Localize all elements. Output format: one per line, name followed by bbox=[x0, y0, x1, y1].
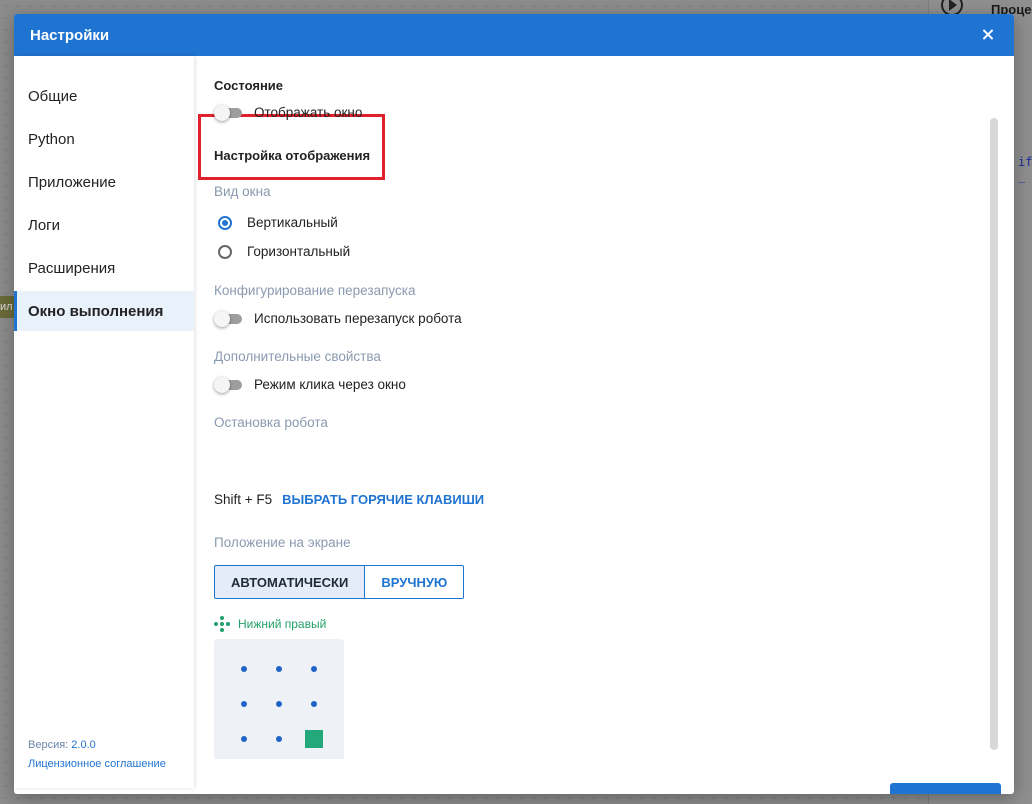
display-settings-title: Настройка отображения bbox=[214, 148, 371, 163]
position-value-row: Нижний правый bbox=[214, 616, 326, 632]
position-grid bbox=[214, 639, 344, 759]
background-chip: ил bbox=[0, 296, 14, 318]
content-scrollbar[interactable] bbox=[990, 118, 998, 750]
sidebar-item-run-window[interactable]: Окно выполнения bbox=[14, 291, 194, 331]
position-cell-top-left[interactable] bbox=[234, 659, 254, 679]
use-restart-label: Использовать перезапуск робота bbox=[254, 311, 462, 326]
dialog-title: Настройки bbox=[30, 26, 110, 44]
sidebar-item-general[interactable]: Общие bbox=[14, 76, 194, 116]
window-type-vertical[interactable]: Вертикальный bbox=[218, 215, 338, 230]
choose-hotkeys-button[interactable]: ВЫБРАТЬ ГОРЯЧИЕ КЛАВИШИ bbox=[282, 492, 484, 507]
sidebar-item-logs[interactable]: Логи bbox=[14, 205, 194, 245]
settings-content: Состояние Отображать окно Настройка отоб… bbox=[198, 56, 984, 794]
position-cell-top-center[interactable] bbox=[269, 659, 289, 679]
hotkey-value: Shift + F5 bbox=[214, 492, 273, 507]
license-link[interactable]: Лицензионное соглашение bbox=[28, 755, 166, 774]
highlight-frame bbox=[198, 114, 385, 180]
move-icon bbox=[214, 616, 230, 632]
version-label: Версия: bbox=[28, 739, 69, 751]
position-mode-auto-button[interactable]: АВТОМАТИЧЕСКИ bbox=[214, 565, 366, 599]
window-type-horizontal[interactable]: Горизонтальный bbox=[218, 244, 350, 259]
position-value: Нижний правый bbox=[238, 617, 327, 631]
position-mode-toggle: АВТОМАТИЧЕСКИ ВРУЧНУЮ bbox=[214, 565, 465, 599]
settings-dialog: Настройки Общие Python Приложение Логи Р… bbox=[14, 14, 1014, 794]
state-title: Состояние bbox=[214, 78, 284, 93]
sidebar-item-application[interactable]: Приложение bbox=[14, 162, 194, 202]
extra-props-label: Дополнительные свойства bbox=[214, 349, 381, 364]
sidebar-item-extensions[interactable]: Расширения bbox=[14, 248, 194, 288]
restart-config-label: Конфигурирование перезапуска bbox=[214, 283, 416, 298]
position-cell-bottom-right[interactable] bbox=[304, 729, 324, 749]
version-value: 2.0.0 bbox=[71, 739, 96, 751]
radio-horizontal-label: Горизонтальный bbox=[247, 244, 351, 259]
show-window-toggle-row[interactable]: Отображать окно bbox=[214, 104, 363, 121]
position-cell-top-right[interactable] bbox=[304, 659, 324, 679]
radio-vertical[interactable] bbox=[218, 215, 232, 230]
sidebar-item-python[interactable]: Python bbox=[14, 119, 194, 159]
position-cell-middle-center[interactable] bbox=[269, 694, 289, 714]
radio-vertical-label: Вертикальный bbox=[247, 215, 338, 230]
click-mode-label: Режим клика через окно bbox=[254, 377, 406, 392]
radio-horizontal[interactable] bbox=[218, 244, 232, 259]
show-window-label: Отображать окно bbox=[254, 105, 363, 120]
position-cell-middle-right[interactable] bbox=[304, 694, 324, 714]
click-mode-toggle-row[interactable]: Режим клика через окно bbox=[214, 376, 406, 393]
position-cell-middle-left[interactable] bbox=[234, 694, 254, 714]
hotkey-row: Shift + F5 ВЫБРАТЬ ГОРЯЧИЕ КЛАВИШИ bbox=[214, 492, 484, 507]
position-cell-bottom-left[interactable] bbox=[234, 729, 254, 749]
use-restart-toggle-row[interactable]: Использовать перезапуск робота bbox=[214, 310, 462, 327]
window-type-label: Вид окна bbox=[214, 184, 271, 199]
click-mode-toggle[interactable] bbox=[214, 376, 242, 393]
screen-position-label: Положение на экране bbox=[214, 535, 351, 550]
sidebar-footer: Версия: 2.0.0 Лицензионное соглашение bbox=[28, 736, 166, 774]
position-mode-manual-button[interactable]: ВРУЧНУЮ bbox=[365, 565, 465, 599]
settings-sidebar: Общие Python Приложение Логи Расширения … bbox=[14, 56, 194, 788]
dialog-header: Настройки bbox=[14, 14, 1014, 56]
position-cell-bottom-center[interactable] bbox=[269, 729, 289, 749]
save-button[interactable]: Сохранить bbox=[890, 783, 1001, 794]
dialog-body: Общие Python Приложение Логи Расширения … bbox=[14, 56, 1014, 794]
close-icon[interactable] bbox=[978, 25, 998, 45]
background-code-snippet: if _ bbox=[1018, 155, 1032, 183]
show-window-toggle[interactable] bbox=[214, 104, 242, 121]
stop-robot-label: Остановка робота bbox=[214, 415, 328, 430]
use-restart-toggle[interactable] bbox=[214, 310, 242, 327]
